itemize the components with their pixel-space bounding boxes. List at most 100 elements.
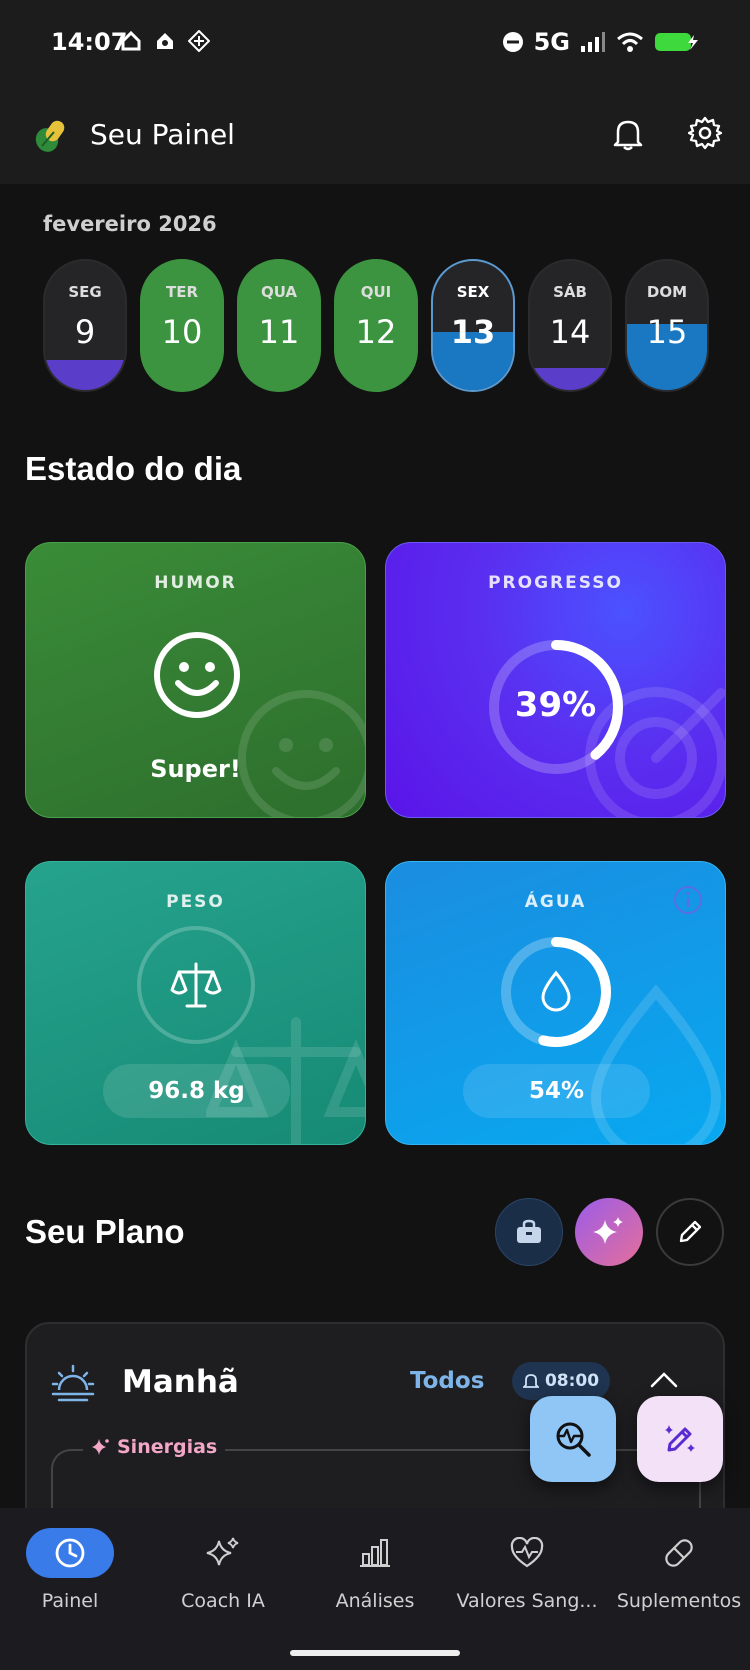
humor-label: HUMOR xyxy=(154,573,237,593)
edit-ai-fab[interactable] xyxy=(637,1396,723,1482)
alarm-time: 08:00 xyxy=(544,1371,600,1391)
day-name: SEG xyxy=(68,283,102,301)
chevron-up-icon[interactable] xyxy=(649,1370,679,1390)
sparkles-icon xyxy=(206,1537,239,1566)
day-number: 14 xyxy=(549,313,591,351)
day-seg[interactable]: SEG 9 xyxy=(43,259,127,392)
progresso-card[interactable]: PROGRESSO 39% xyxy=(385,542,726,818)
pill-icon xyxy=(665,1539,693,1567)
smiley-icon xyxy=(154,632,240,718)
network-type: 5G xyxy=(533,28,570,56)
alarm-time-chip[interactable]: 08:00 xyxy=(512,1362,610,1400)
alarm-bell-icon xyxy=(522,1374,539,1388)
nav-label: Suplementos xyxy=(616,1590,742,1612)
search-pulse-icon xyxy=(556,1422,591,1457)
peso-card[interactable]: PESO 96.8 kg xyxy=(25,861,366,1145)
heart-pulse-icon xyxy=(510,1537,544,1568)
nav-icon-wrap xyxy=(26,1528,114,1578)
day-name: SÁB xyxy=(553,283,587,301)
shop-button[interactable] xyxy=(495,1198,563,1266)
nav-label: Análises xyxy=(335,1590,415,1612)
shopping-bag-icon xyxy=(517,1219,541,1243)
sparkle-small-icon xyxy=(92,1439,109,1455)
day-name: SEX xyxy=(456,283,490,301)
edit-plan-button[interactable] xyxy=(656,1198,724,1266)
magic-pencil-icon xyxy=(665,1425,695,1452)
nav-label: Valores Sang... xyxy=(456,1590,598,1612)
signal-icon xyxy=(581,32,605,52)
section-title-estado: Estado do dia xyxy=(25,450,242,487)
section-title-plano: Seu Plano xyxy=(25,1213,185,1250)
wifi-icon xyxy=(617,32,643,52)
bar-chart-icon xyxy=(360,1539,390,1567)
agua-value: 54% xyxy=(463,1064,650,1118)
day-ter[interactable]: TER 10 xyxy=(140,259,224,392)
nav-suplementos[interactable]: Suplementos xyxy=(604,1528,750,1612)
scale-icon xyxy=(170,962,222,1008)
status-bar: 14:07 5G xyxy=(0,0,750,88)
day-number: 11 xyxy=(258,313,300,351)
home-indicator[interactable] xyxy=(290,1650,460,1656)
sparkle-icon xyxy=(593,1217,623,1244)
sinergias-text: Sinergias xyxy=(117,1436,218,1458)
page-title: Seu Painel xyxy=(90,118,235,151)
nav-label: Painel xyxy=(41,1590,99,1612)
sunrise-icon xyxy=(51,1364,95,1402)
app-logo-icon xyxy=(35,120,65,152)
day-sex-selected[interactable]: SEX 13 xyxy=(431,259,515,392)
manha-title: Manhã xyxy=(122,1364,239,1400)
grid-diamond-icon xyxy=(188,30,210,52)
dnd-icon xyxy=(502,32,523,52)
day-number: 13 xyxy=(450,313,496,351)
peso-value: 96.8 kg xyxy=(103,1064,290,1118)
smiley-watermark-icon xyxy=(238,690,365,817)
ai-sparkle-button[interactable] xyxy=(575,1198,643,1266)
day-sab[interactable]: SÁB 14 xyxy=(528,259,612,392)
progresso-label: PROGRESSO xyxy=(488,573,623,593)
peso-label: PESO xyxy=(166,892,225,912)
nav-icon-wrap xyxy=(452,1528,602,1578)
agua-card[interactable]: ÁGUA 54% xyxy=(385,861,726,1145)
pencil-icon xyxy=(679,1220,702,1243)
humor-card[interactable]: HUMOR Super! xyxy=(25,542,366,818)
nav-icon-wrap xyxy=(148,1528,298,1578)
nav-analises[interactable]: Análises xyxy=(300,1528,450,1612)
day-name: DOM xyxy=(646,283,688,301)
status-system-icons: 5G xyxy=(502,28,700,56)
humor-value: Super! xyxy=(150,755,241,783)
info-icon[interactable] xyxy=(672,884,704,916)
day-number: 10 xyxy=(161,313,203,351)
clock-icon xyxy=(55,1538,85,1568)
nav-valores-sang[interactable]: Valores Sang... xyxy=(452,1528,602,1612)
home-app-icon xyxy=(157,33,173,49)
week-calendar: SEG 9 TER 10 QUA 11 QUI 12 SEX 13 SÁB 14… xyxy=(43,259,709,392)
status-time: 14:07 xyxy=(51,28,128,56)
nav-icon-wrap xyxy=(604,1528,750,1578)
day-qui[interactable]: QUI 12 xyxy=(334,259,418,392)
sinergias-label: Sinergias xyxy=(83,1436,226,1458)
nav-painel[interactable]: Painel xyxy=(0,1528,145,1612)
home-icon xyxy=(121,30,141,51)
bell-icon[interactable] xyxy=(612,116,644,152)
water-drop-icon xyxy=(541,970,571,1012)
day-name: QUI xyxy=(360,283,392,301)
nav-icon-wrap xyxy=(300,1528,450,1578)
filter-todos[interactable]: Todos xyxy=(410,1368,484,1394)
day-name: TER xyxy=(165,283,199,301)
day-dom[interactable]: DOM 15 xyxy=(625,259,709,392)
bottom-nav: Painel Coach IA Análises Valores Sang...… xyxy=(0,1508,750,1670)
analysis-fab[interactable] xyxy=(530,1396,616,1482)
progresso-value: 39% xyxy=(514,685,597,725)
status-notification-icons xyxy=(120,30,210,52)
calendar-month: fevereiro 2026 xyxy=(43,212,217,236)
day-name: QUA xyxy=(260,283,298,301)
battery-icon xyxy=(655,33,698,51)
gear-icon[interactable] xyxy=(688,116,722,150)
day-number: 9 xyxy=(74,313,96,351)
day-number: 12 xyxy=(355,313,397,351)
app-header: Seu Painel xyxy=(0,88,750,184)
nav-label: Coach IA xyxy=(181,1590,265,1612)
day-qua[interactable]: QUA 11 xyxy=(237,259,321,392)
day-number: 15 xyxy=(646,313,688,351)
nav-coach-ia[interactable]: Coach IA xyxy=(148,1528,298,1612)
